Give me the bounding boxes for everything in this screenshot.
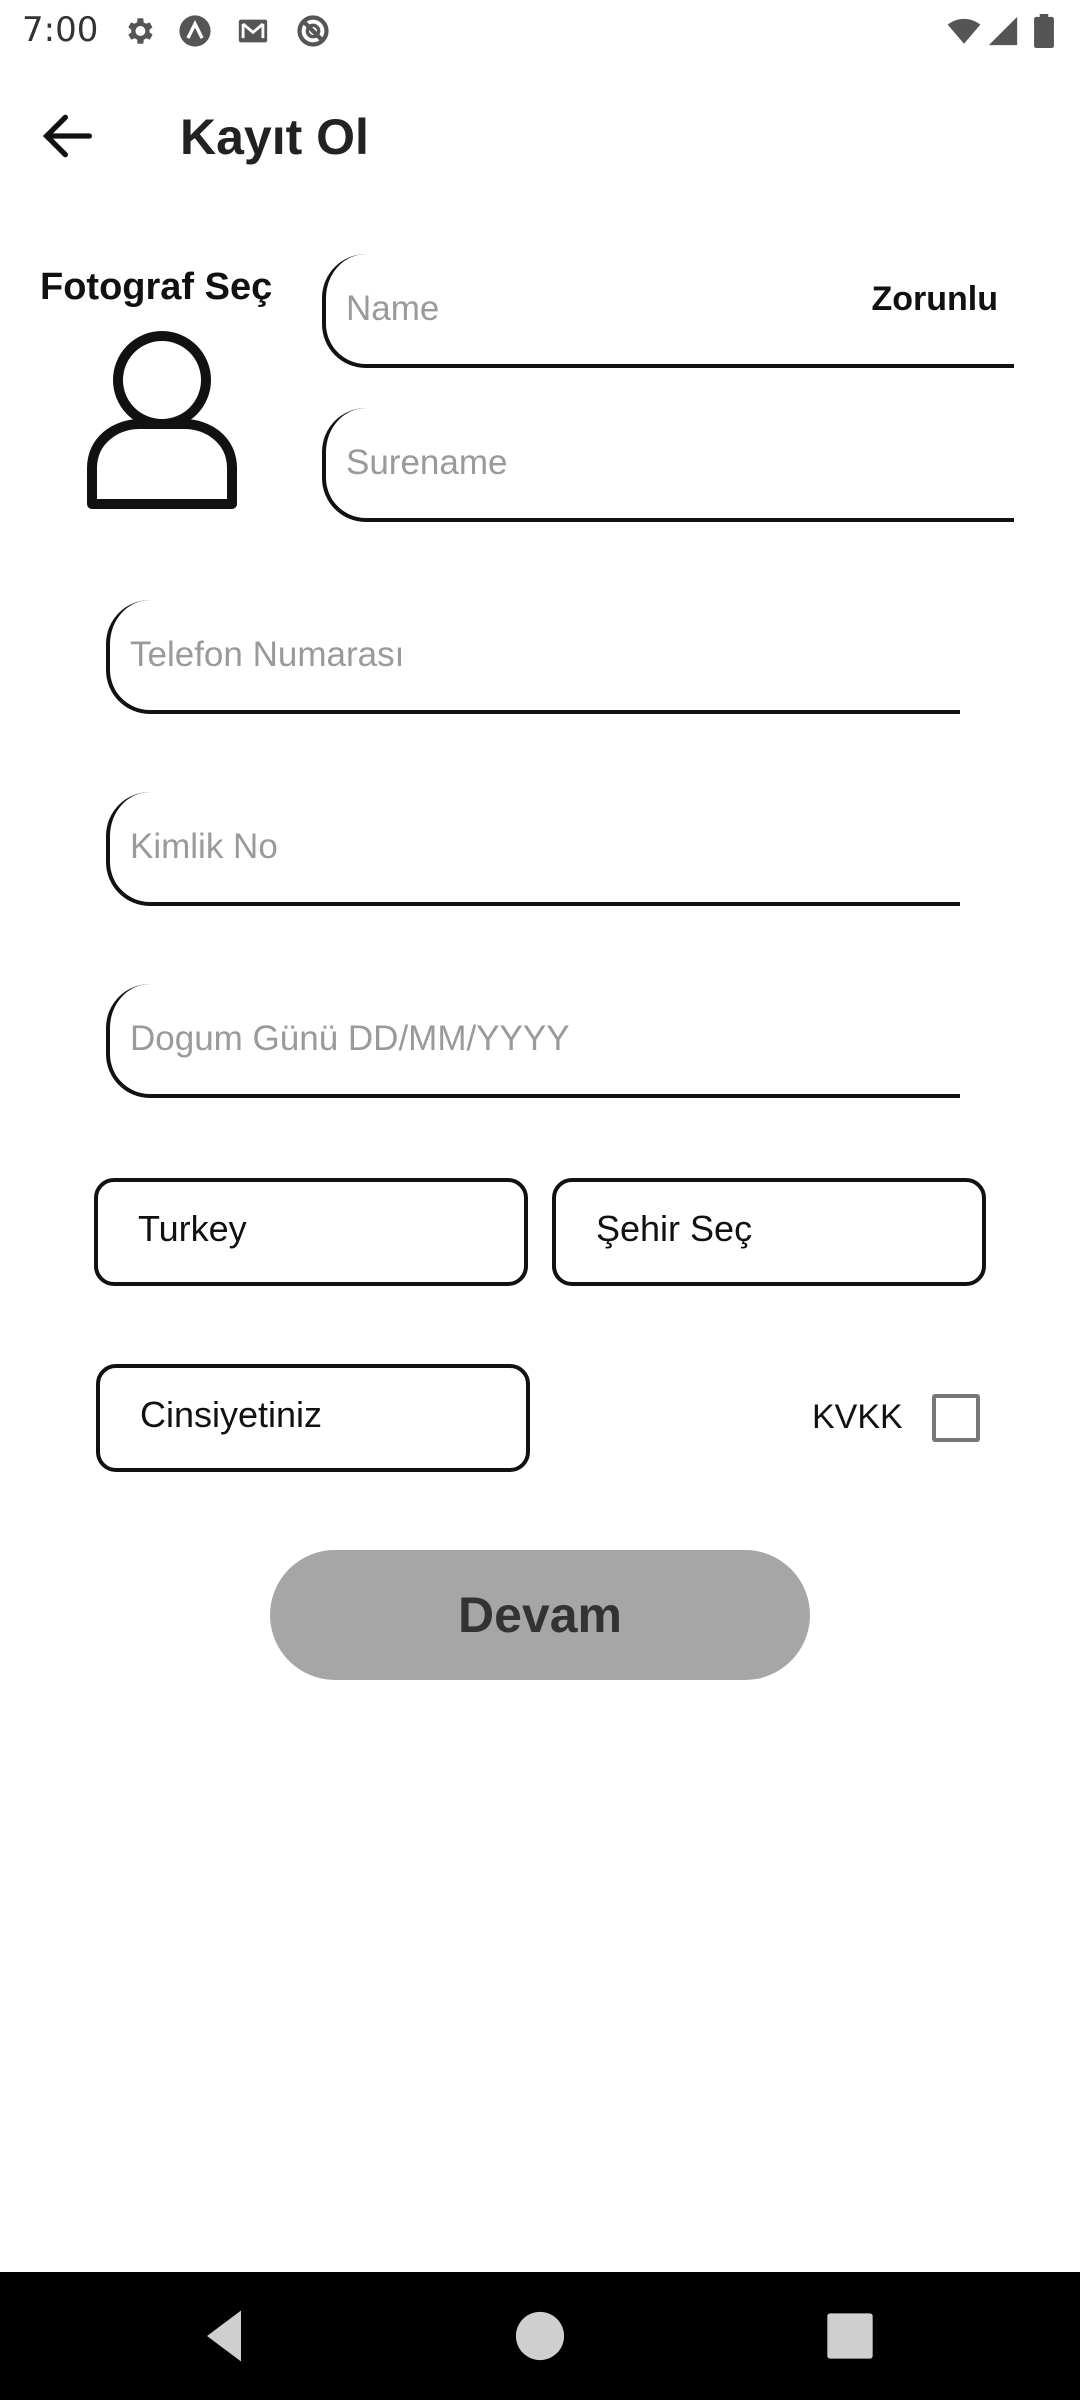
back-button[interactable] [36,104,100,168]
gender-select[interactable]: Cinsiyetiniz [96,1364,530,1472]
kvkk-label: KVKK [812,1398,903,1436]
surname-input[interactable] [346,408,883,518]
wifi-icon [947,18,981,44]
kvkk-checkbox[interactable] [932,1394,980,1442]
back-triangle-icon[interactable] [190,2302,258,2370]
phone-input[interactable] [130,600,793,710]
birthday-input[interactable] [130,984,793,1094]
battery-icon [1034,14,1054,48]
name-input[interactable] [346,254,883,364]
gmail-icon [238,19,268,43]
arrow-left-icon [42,114,92,158]
no-entry-icon [297,15,329,47]
surname-field[interactable] [322,408,1014,522]
required-label: Zorunlu [871,280,998,318]
gender-value: Cinsiyetiniz [140,1394,323,1435]
photo-select-button[interactable] [80,328,244,516]
city-select[interactable]: Şehir Seç [552,1178,986,1286]
page-title: Kayıt Ol [180,109,369,165]
system-nav-bar [0,2272,1080,2400]
status-bar: 7:00 [0,0,1080,64]
id-number-field[interactable] [106,792,960,906]
recents-square-icon[interactable] [816,2302,884,2370]
photo-select-label[interactable]: Fotograf Seç [40,266,272,309]
country-value: Turkey [138,1208,247,1249]
birthday-field[interactable] [106,984,960,1098]
continue-button[interactable]: Devam [270,1550,810,1680]
signal-icon [988,16,1018,46]
phone-field[interactable] [106,600,960,714]
gear-icon [128,18,153,44]
continue-label: Devam [458,1587,622,1643]
name-field[interactable]: Zorunlu [322,254,1014,368]
person-outline-icon [87,331,237,509]
country-select[interactable]: Turkey [94,1178,528,1286]
id-number-input[interactable] [130,792,793,902]
status-time: 7:00 [22,10,99,50]
city-value: Şehir Seç [596,1208,753,1249]
app-a-icon [179,15,211,47]
home-circle-icon[interactable] [506,2302,574,2370]
